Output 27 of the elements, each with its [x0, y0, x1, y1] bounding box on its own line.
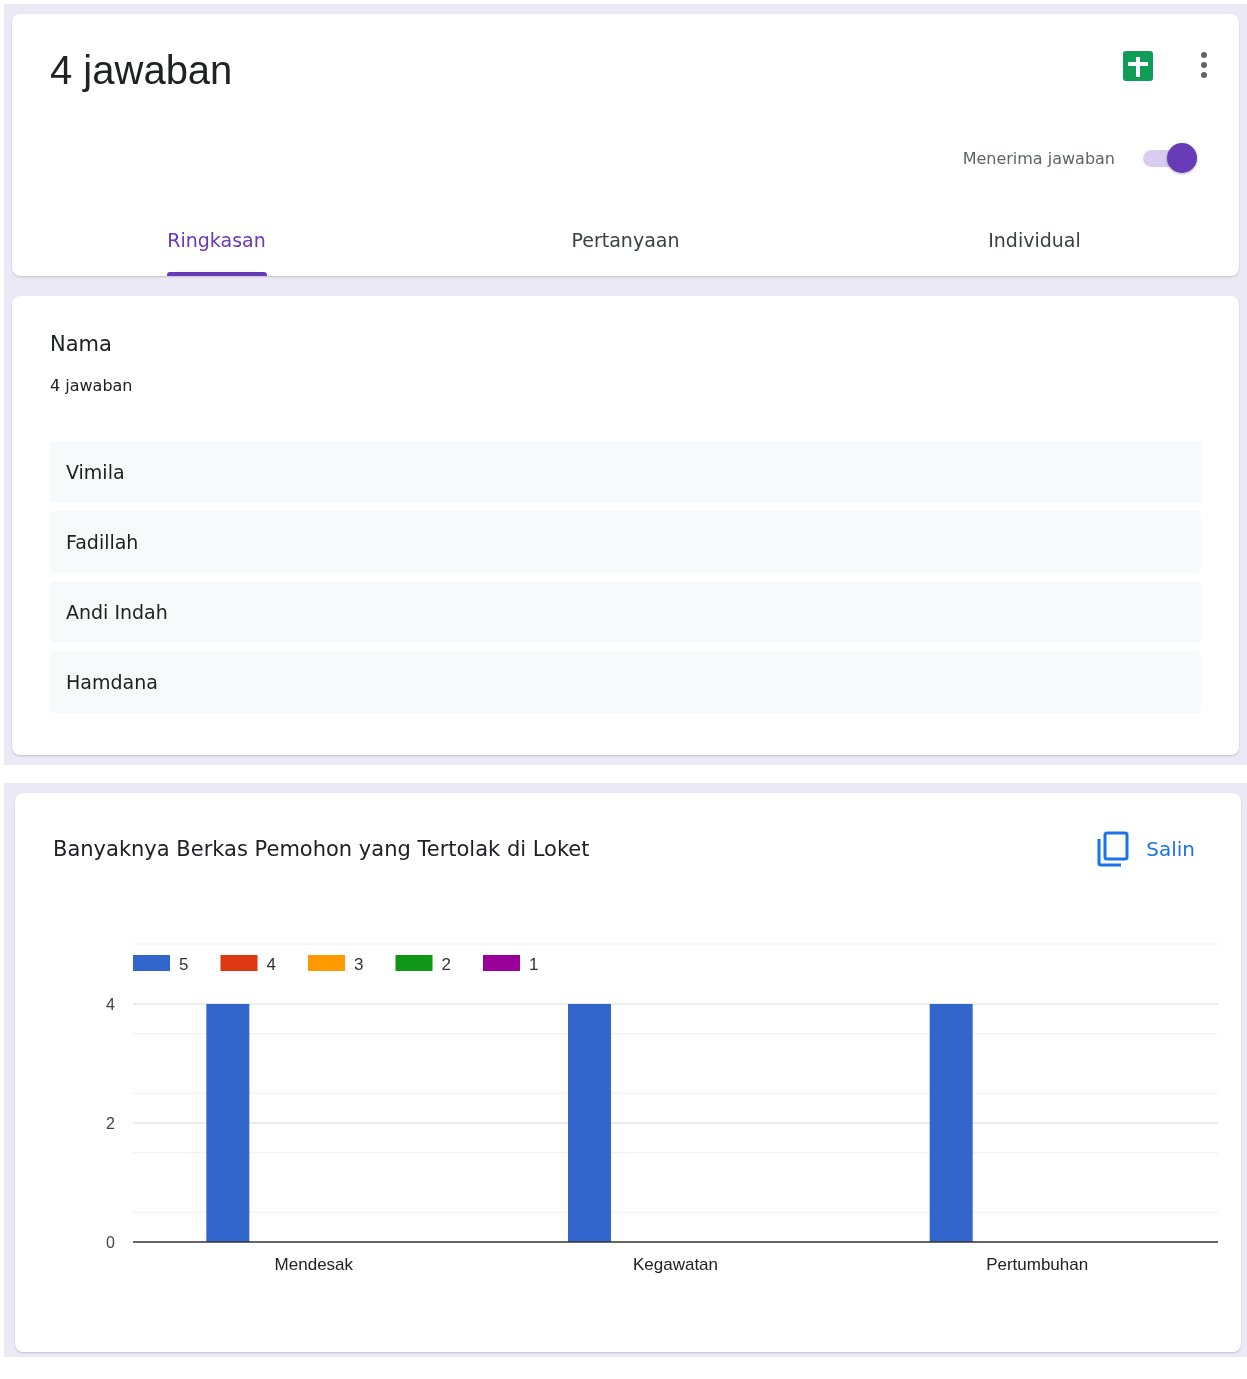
copy-icon — [1096, 831, 1131, 867]
answer-row: Andi Indah — [50, 581, 1201, 643]
legend-label: 2 — [441, 955, 451, 974]
y-tick-label: 2 — [106, 1115, 115, 1132]
y-tick-label: 4 — [106, 996, 115, 1013]
more-options-icon[interactable] — [1199, 50, 1209, 80]
category-label: Kegawatan — [632, 1255, 719, 1274]
copy-button[interactable]: Salin — [1096, 831, 1195, 867]
answer-row: Hamdana — [50, 651, 1201, 713]
category-label: Mendesak — [274, 1255, 354, 1274]
legend-label: 1 — [529, 955, 539, 974]
tab[interactable]: Ringkasan — [12, 217, 421, 276]
y-tick-label: 0 — [106, 1234, 115, 1251]
tab[interactable]: Individual — [830, 217, 1239, 276]
answer-row: Fadillah — [50, 511, 1201, 573]
legend-label: 3 — [354, 955, 364, 974]
legend-label: 5 — [179, 955, 189, 974]
chart-title: Banyaknya Berkas Pemohon yang Tertolak di Loket — [53, 837, 590, 861]
answer-count: 4 jawaban — [50, 376, 134, 395]
tab[interactable]: Pertanyaan — [421, 217, 830, 276]
spreadsheet-icon[interactable] — [1122, 50, 1154, 82]
question-title: Nama — [50, 332, 113, 356]
category-label: Pertumbuhan — [986, 1255, 1089, 1274]
accepting-responses-label: Menerima jawaban — [962, 148, 1115, 168]
answer-row: Vimila — [50, 441, 1201, 503]
legend-label: 4 — [266, 955, 276, 974]
response-count-title: 4 jawaban — [50, 48, 234, 93]
